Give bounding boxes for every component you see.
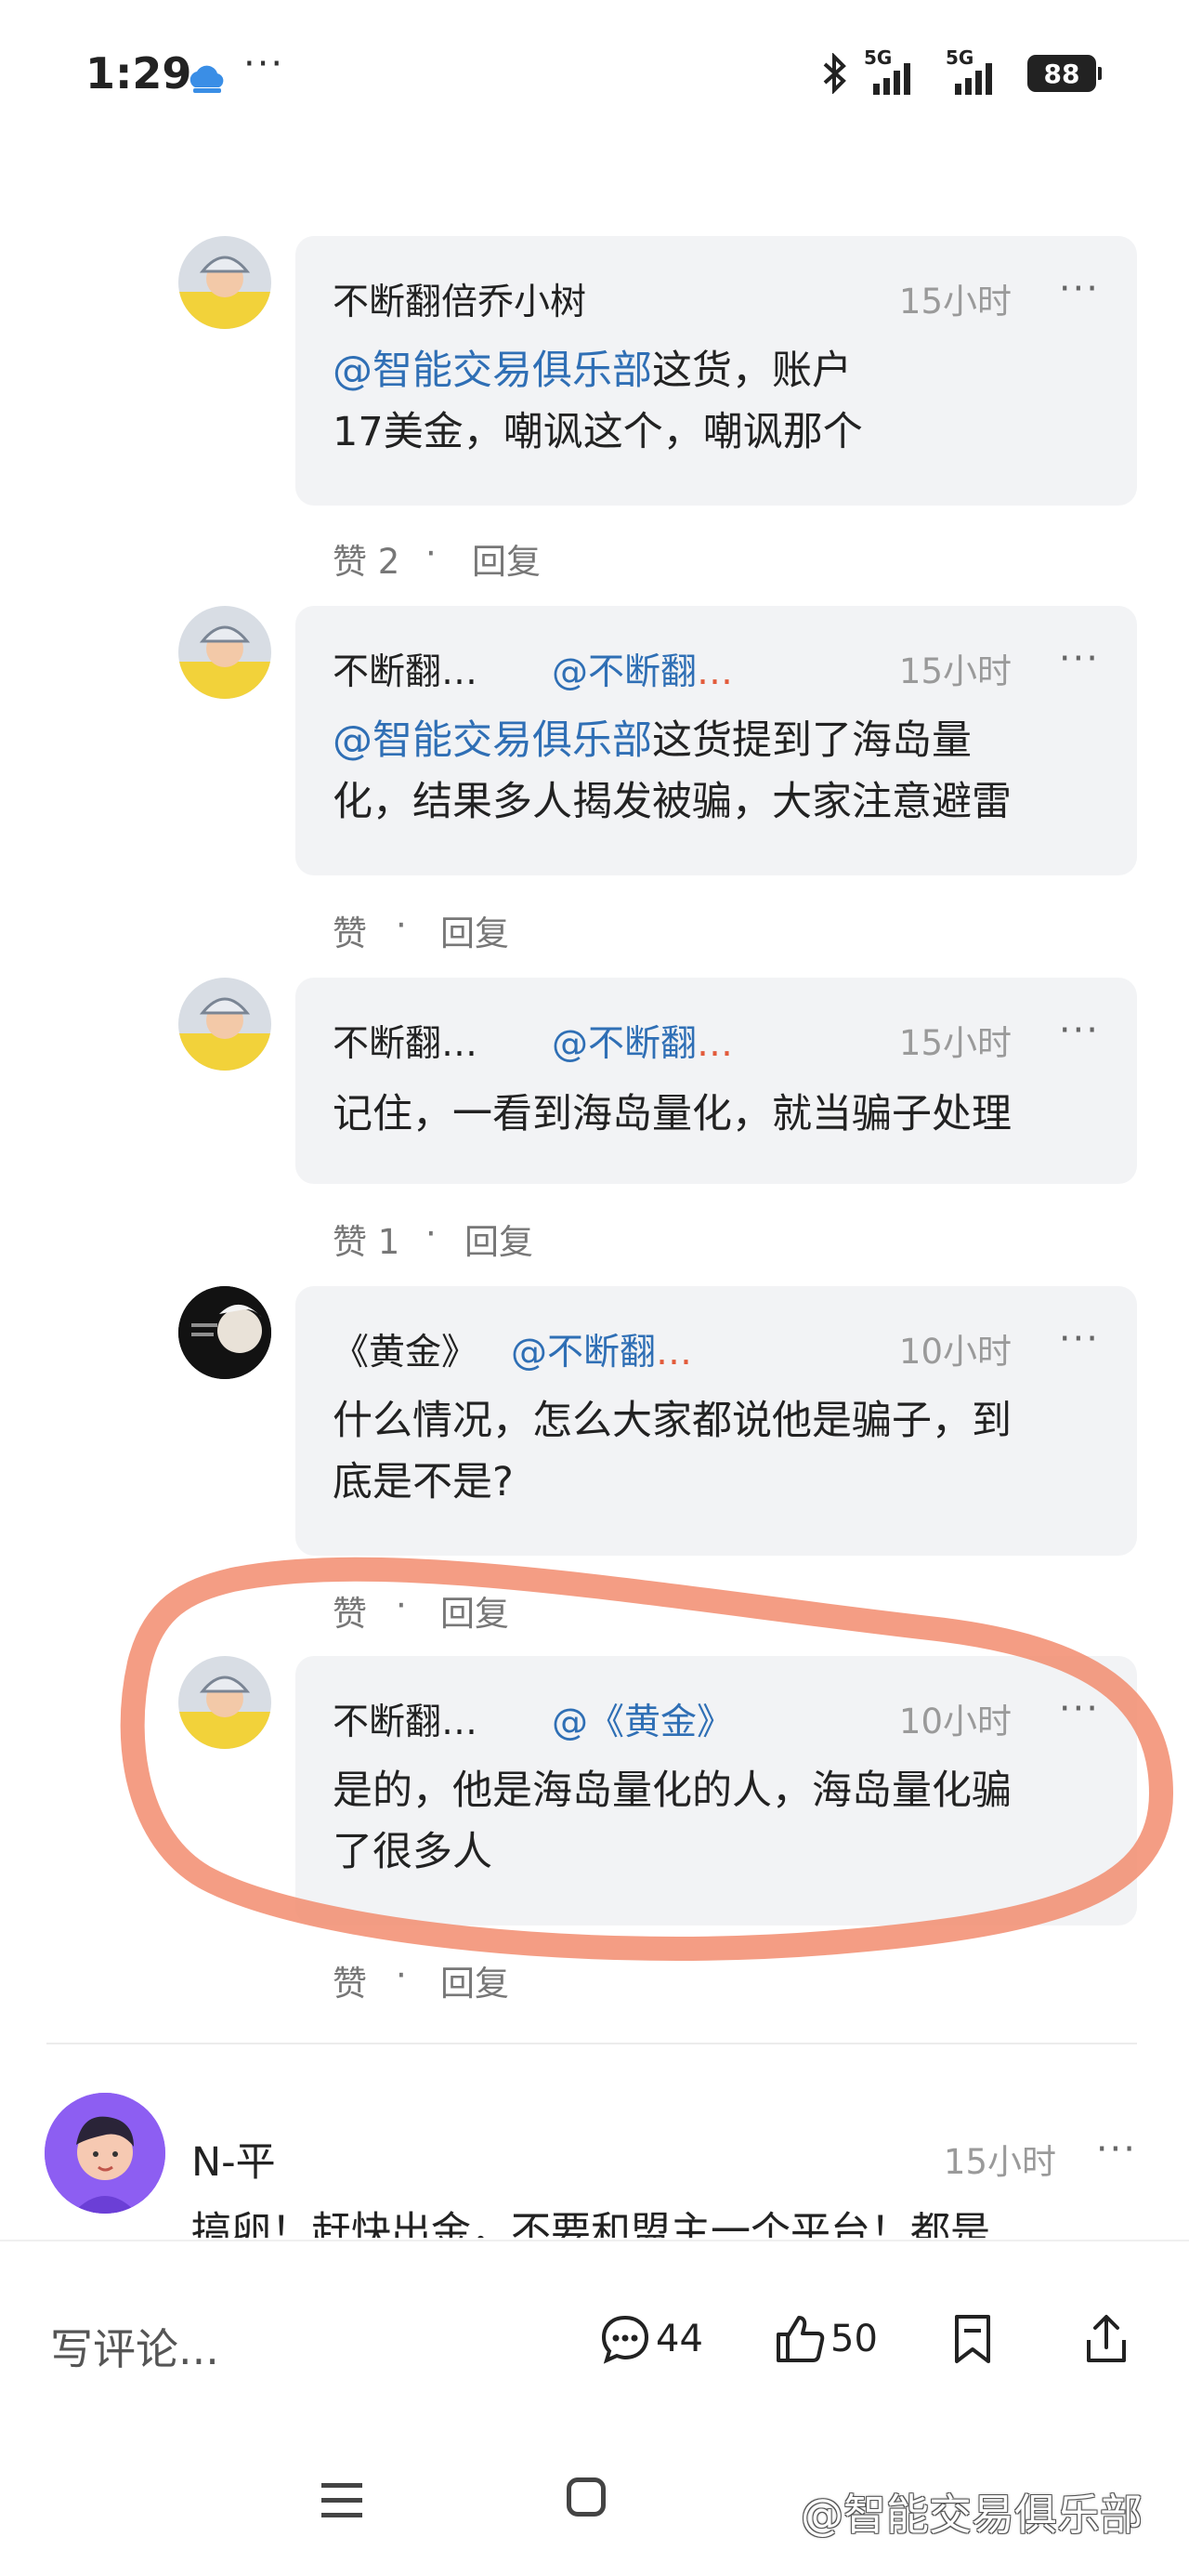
mention-link[interactable]: @不断翻…	[511, 1323, 692, 1375]
user-name[interactable]: 《黄金》	[333, 1323, 477, 1375]
reply-button[interactable]: 回复	[440, 1955, 509, 2005]
reply-bubble: 《黄金》 @不断翻… 10小时 ··· 什么情况，怎么大家都说他是骗子，到 底是…	[295, 1286, 1137, 1556]
signal-icon: 5G	[864, 46, 933, 97]
reply-text: @智能交易俱乐部这货，账户 17美金，嘲讽这个，嘲讽那个	[333, 348, 863, 455]
comment-text: 搞卵！赶快出金，不要和盟主一个平台！都是	[191, 2209, 990, 2238]
watermark: @智能交易俱乐部	[801, 2490, 1143, 2540]
menu-icon[interactable]	[321, 2481, 362, 2520]
cloud-icon	[189, 65, 224, 93]
user-name[interactable]: 不断翻倍乔小树	[333, 273, 586, 325]
battery-icon: 88	[1027, 55, 1102, 92]
dot-separator: ·	[396, 1585, 407, 1625]
signal-icon: 5G	[946, 46, 1014, 97]
more-notifications-icon: ···	[243, 43, 285, 85]
more-icon[interactable]: ···	[1059, 637, 1100, 680]
reply-bubble: 不断翻… @不断翻… 15小时 ··· @智能交易俱乐部这货提到了海岛量 化，结…	[295, 606, 1137, 875]
like-button[interactable]: 赞	[333, 905, 367, 955]
mention-link[interactable]: @智能交易俱乐部	[333, 348, 652, 394]
reply-bubble: 不断翻… @不断翻… 15小时 ··· 记住，一看到海岛量化，就当骗子处理	[295, 978, 1137, 1184]
like-button[interactable]: 赞	[333, 1585, 367, 1636]
comments-count: 44	[656, 2318, 703, 2360]
user-name[interactable]: 不断翻…	[333, 643, 477, 695]
home-button[interactable]	[567, 2477, 606, 2517]
reply-time: 15小时	[898, 1023, 1012, 1063]
mention-link[interactable]: @不断翻…	[552, 643, 733, 695]
like-count-button[interactable]: 50	[773, 2307, 878, 2372]
bottom-action-bar: 写评论... 44 50	[0, 2240, 1189, 2427]
dot-separator: ·	[425, 533, 437, 573]
reply-time: 15小时	[898, 651, 1012, 691]
system-nav-bar: @智能交易俱乐部	[0, 2425, 1189, 2576]
reply-text: 是的，他是海岛量化的人，海岛量化骗 了很多人	[333, 1768, 1012, 1875]
reply-time: 10小时	[898, 1702, 1012, 1741]
avatar[interactable]	[178, 978, 271, 1071]
bookmark-icon	[955, 2315, 990, 2363]
share-icon	[1087, 2315, 1126, 2362]
dot-separator: ·	[396, 1955, 407, 1995]
comment-time: 15小时	[943, 2142, 1056, 2182]
status-bar: 1:29 ··· 5G 5G 88	[0, 0, 1189, 139]
like-button[interactable]: 赞	[333, 1955, 367, 2005]
reply-text: 什么情况，怎么大家都说他是骗子，到 底是不是?	[333, 1398, 1012, 1505]
comment-input[interactable]: 写评论...	[50, 2316, 219, 2377]
user-name[interactable]: 不断翻…	[333, 1015, 477, 1067]
more-icon[interactable]: ···	[1059, 268, 1100, 310]
avatar[interactable]	[178, 606, 271, 699]
mention-link[interactable]: @不断翻…	[552, 1015, 733, 1067]
user-name[interactable]: 不断翻…	[333, 1693, 477, 1745]
reply-button[interactable]: 回复	[464, 1214, 533, 1264]
dot-separator: ·	[425, 1214, 437, 1254]
dot-separator: ·	[396, 905, 407, 945]
more-icon[interactable]: ···	[1096, 2128, 1137, 2171]
reply-button[interactable]: 回复	[440, 1585, 509, 1636]
favorite-button[interactable]	[949, 2307, 996, 2372]
avatar[interactable]	[178, 1656, 271, 1749]
like-button[interactable]: 赞 1	[333, 1214, 399, 1264]
mention-link[interactable]: @智能交易俱乐部	[333, 717, 652, 764]
bluetooth-icon	[823, 53, 846, 94]
mention-link[interactable]: @《黄金》	[552, 1693, 733, 1745]
avatar[interactable]	[178, 1286, 271, 1379]
likes-count: 50	[830, 2318, 878, 2360]
comment-icon	[601, 2315, 649, 2364]
more-icon[interactable]: ···	[1059, 1688, 1100, 1730]
reply-button[interactable]: 回复	[472, 533, 541, 584]
comments-button[interactable]: 44	[598, 2307, 703, 2372]
reply-time: 15小时	[898, 282, 1012, 322]
divider	[46, 2043, 1137, 2044]
more-icon[interactable]: ···	[1059, 1318, 1100, 1360]
reply-bubble: 不断翻倍乔小树 15小时 ··· @智能交易俱乐部这货，账户 17美金，嘲讽这个…	[295, 236, 1137, 506]
more-icon[interactable]: ···	[1059, 1009, 1100, 1052]
reply-time: 10小时	[898, 1332, 1012, 1372]
reply-text: 记住，一看到海岛量化，就当骗子处理	[333, 1091, 1012, 1137]
like-button[interactable]: 赞 2	[333, 533, 399, 584]
share-button[interactable]	[1081, 2307, 1131, 2372]
avatar[interactable]	[45, 2093, 165, 2214]
status-time: 1:29	[85, 48, 192, 99]
reply-text: @智能交易俱乐部这货提到了海岛量 化，结果多人揭发被骗，大家注意避雷	[333, 717, 1012, 825]
thumbs-up-icon	[777, 2316, 825, 2362]
reply-button[interactable]: 回复	[440, 905, 509, 955]
user-name[interactable]: N-平	[191, 2130, 276, 2188]
avatar[interactable]	[178, 236, 271, 329]
reply-bubble: 不断翻… @《黄金》 10小时 ··· 是的，他是海岛量化的人，海岛量化骗 了很…	[295, 1656, 1137, 1925]
